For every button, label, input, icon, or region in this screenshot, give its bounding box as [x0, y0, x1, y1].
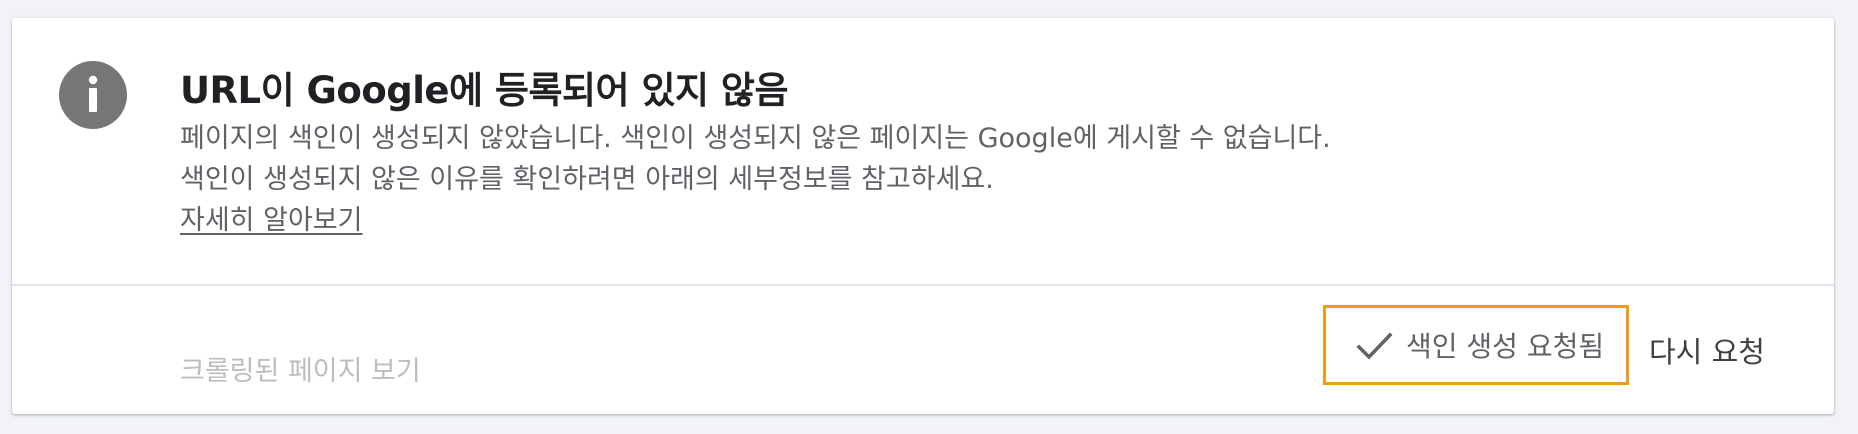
learn-more-link[interactable]: 자세히 알아보기: [180, 200, 362, 241]
status-title: URL이 Google에 등록되어 있지 않음: [180, 69, 789, 112]
indexing-requested-label: 색인 생성 요청됨: [1406, 330, 1605, 363]
url-status-card: URL이 Google에 등록되어 있지 않음 페이지의 색인이 생성되지 않았…: [12, 18, 1834, 414]
request-again-button[interactable]: 다시 요청: [1649, 329, 1765, 371]
indexing-requested-status: 색인 생성 요청됨: [1323, 305, 1629, 385]
check-icon: [1356, 332, 1393, 360]
divider: [12, 284, 1834, 286]
info-icon: [59, 61, 127, 129]
status-description: 페이지의 색인이 생성되지 않았습니다. 색인이 생성되지 않은 페이지는 Go…: [180, 123, 1331, 195]
view-crawled-page-button[interactable]: 크롤링된 페이지 보기: [180, 349, 421, 388]
